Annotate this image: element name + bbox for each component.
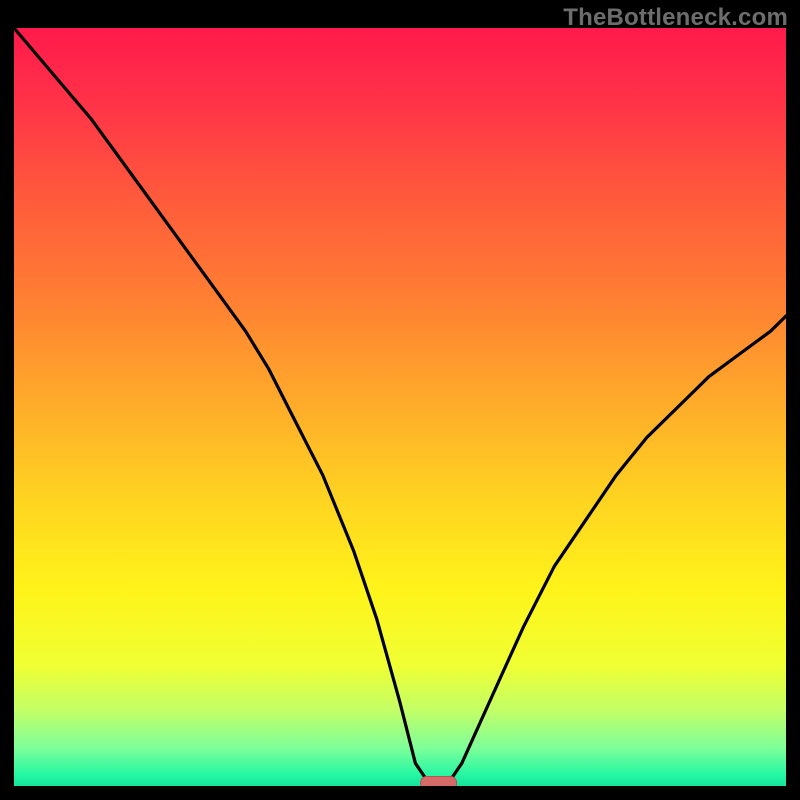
optimal-marker [421,777,457,787]
bottleneck-plot [14,28,786,786]
gradient-background [14,28,786,786]
chart-frame: TheBottleneck.com [0,0,800,800]
watermark-text: TheBottleneck.com [563,4,788,32]
